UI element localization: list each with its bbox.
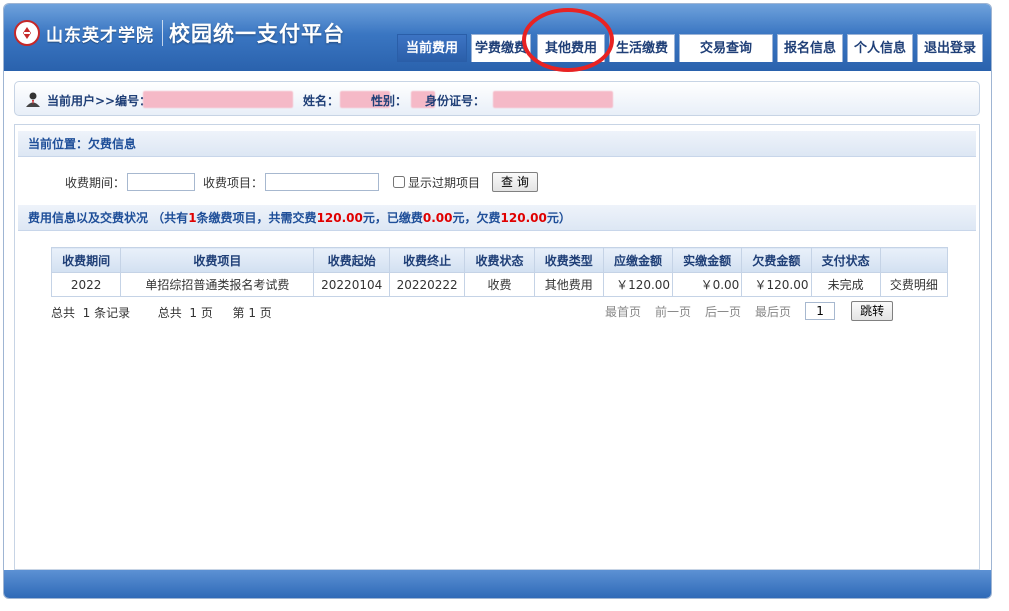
total-records: 总共 1 条记录 (51, 306, 131, 320)
item-input[interactable] (265, 173, 380, 191)
user-id-label: 当前用户>>编号： (47, 94, 152, 108)
period-label: 收费期间： (65, 175, 126, 190)
summary-owed: 120.00 (500, 211, 547, 225)
summary-paid: 0.00 (422, 211, 453, 225)
summary-mid2: 元，已缴费 (362, 211, 423, 225)
show-expired-label: 显示过期项目 (408, 175, 481, 190)
tab-logout[interactable]: 退出登录 (917, 34, 983, 62)
payment-detail-link[interactable]: 交费明细 (879, 272, 949, 297)
pager-controls: 最首页 前一页 后一页 最后页 跳转 (605, 301, 894, 321)
table-header-row: 收费期间 收费项目 收费起始 收费终止 收费状态 收费类型 应缴金额 实缴金额 … (50, 247, 949, 273)
header: 山东英才学院 校园统一支付平台 当前费用 学费缴费 其他费用 生活缴费 交易查询… (4, 4, 991, 71)
school-seal-icon (14, 20, 40, 46)
col-item: 收费项目 (120, 247, 315, 273)
logo: 山东英才学院 校园统一支付平台 (14, 18, 345, 48)
col-due: 应缴金额 (602, 247, 674, 273)
col-end: 收费终止 (388, 247, 466, 273)
location-bar: 当前位置：欠费信息 (18, 131, 976, 157)
jump-button[interactable]: 跳转 (851, 301, 894, 321)
user-info-bar: 当前用户>>编号： 姓名： 性别： 身份证号： (14, 81, 980, 116)
item-label: 收费项目： (203, 175, 264, 190)
cell-pay-status: 未完成 (810, 272, 881, 297)
show-expired-checkbox[interactable] (393, 176, 406, 188)
tab-other-fees[interactable]: 其他费用 (537, 34, 605, 62)
user-name-label: 姓名： (303, 94, 340, 108)
school-name: 山东英才学院 (46, 25, 154, 46)
col-action (879, 247, 949, 273)
tab-transaction-query[interactable]: 交易查询 (679, 34, 773, 62)
col-period: 收费期间 (50, 247, 122, 273)
tab-current-fees[interactable]: 当前费用 (397, 34, 467, 62)
summary-total-due: 120.00 (316, 211, 363, 225)
cell-end: 20220222 (388, 272, 466, 297)
tab-tuition[interactable]: 学费缴费 (471, 34, 531, 62)
cell-due: ￥120.00 (602, 272, 674, 297)
cell-start: 20220104 (313, 272, 390, 297)
summary-prefix: 费用信息以及交费状况 （共有 (28, 211, 189, 225)
col-start: 收费起始 (313, 247, 390, 273)
platform-title: 校园统一支付平台 (169, 22, 345, 46)
table-row: 2022 单招综招普通类报名考试费 20220104 20220222 收费 其… (50, 272, 949, 297)
pager-summary: 总共 1 条记录 总共 1 页 第 1 页 (51, 304, 272, 321)
query-button[interactable]: 查 询 (492, 172, 538, 192)
fees-table: 收费期间 收费项目 收费起始 收费终止 收费状态 收费类型 应缴金额 实缴金额 … (50, 247, 949, 297)
summary-mid1: 条缴费项目，共需交费 (196, 211, 317, 225)
cell-owed: ￥120.00 (741, 272, 812, 297)
col-owed: 欠费金额 (741, 247, 812, 273)
current-page: 第 1 页 (232, 306, 272, 320)
col-status: 收费状态 (464, 247, 535, 273)
summary-bar: 费用信息以及交费状况 （共有1条缴费项目，共需交费120.00元，已缴费0.00… (18, 205, 976, 231)
total-pages: 总共 1 页 (157, 306, 213, 320)
user-icon (26, 92, 40, 107)
cell-type: 其他费用 (533, 272, 604, 297)
tab-registration-info[interactable]: 报名信息 (777, 34, 843, 62)
first-page-link[interactable]: 最首页 (605, 303, 641, 320)
search-form: 收费期间： 收费项目： 显示过期项目 查 询 (65, 171, 538, 193)
app-frame: 山东英才学院 校园统一支付平台 当前费用 学费缴费 其他费用 生活缴费 交易查询… (3, 3, 992, 599)
cell-item: 单招综招普通类报名考试费 (120, 272, 315, 297)
tab-living-fees[interactable]: 生活缴费 (609, 34, 675, 62)
period-input[interactable] (127, 173, 196, 191)
col-pay-status: 支付状态 (810, 247, 881, 273)
prev-page-link[interactable]: 前一页 (655, 303, 691, 320)
col-type: 收费类型 (533, 247, 604, 273)
summary-mid3: 元，欠费 (452, 211, 501, 225)
footer-bar (4, 570, 991, 598)
last-page-link[interactable]: 最后页 (755, 303, 791, 320)
next-page-link[interactable]: 后一页 (705, 303, 741, 320)
summary-suffix: 元） (546, 211, 571, 225)
redacted-user-id (143, 91, 293, 108)
user-gender-label: 性别： (371, 94, 408, 108)
tab-personal-info[interactable]: 个人信息 (847, 34, 913, 62)
title-divider (162, 20, 163, 46)
cell-period: 2022 (50, 272, 122, 297)
redacted-user-idcard (493, 91, 613, 108)
cell-paid: ￥0.00 (672, 272, 743, 297)
col-paid: 实缴金额 (672, 247, 743, 273)
summary-count: 1 (188, 211, 197, 225)
page-number-input[interactable] (805, 302, 836, 320)
cell-status: 收费 (464, 272, 535, 297)
user-idcard-label: 身份证号： (425, 94, 486, 108)
main-panel: 当前位置：欠费信息 收费期间： 收费项目： 显示过期项目 查 询 费用信息以及交… (14, 124, 980, 570)
